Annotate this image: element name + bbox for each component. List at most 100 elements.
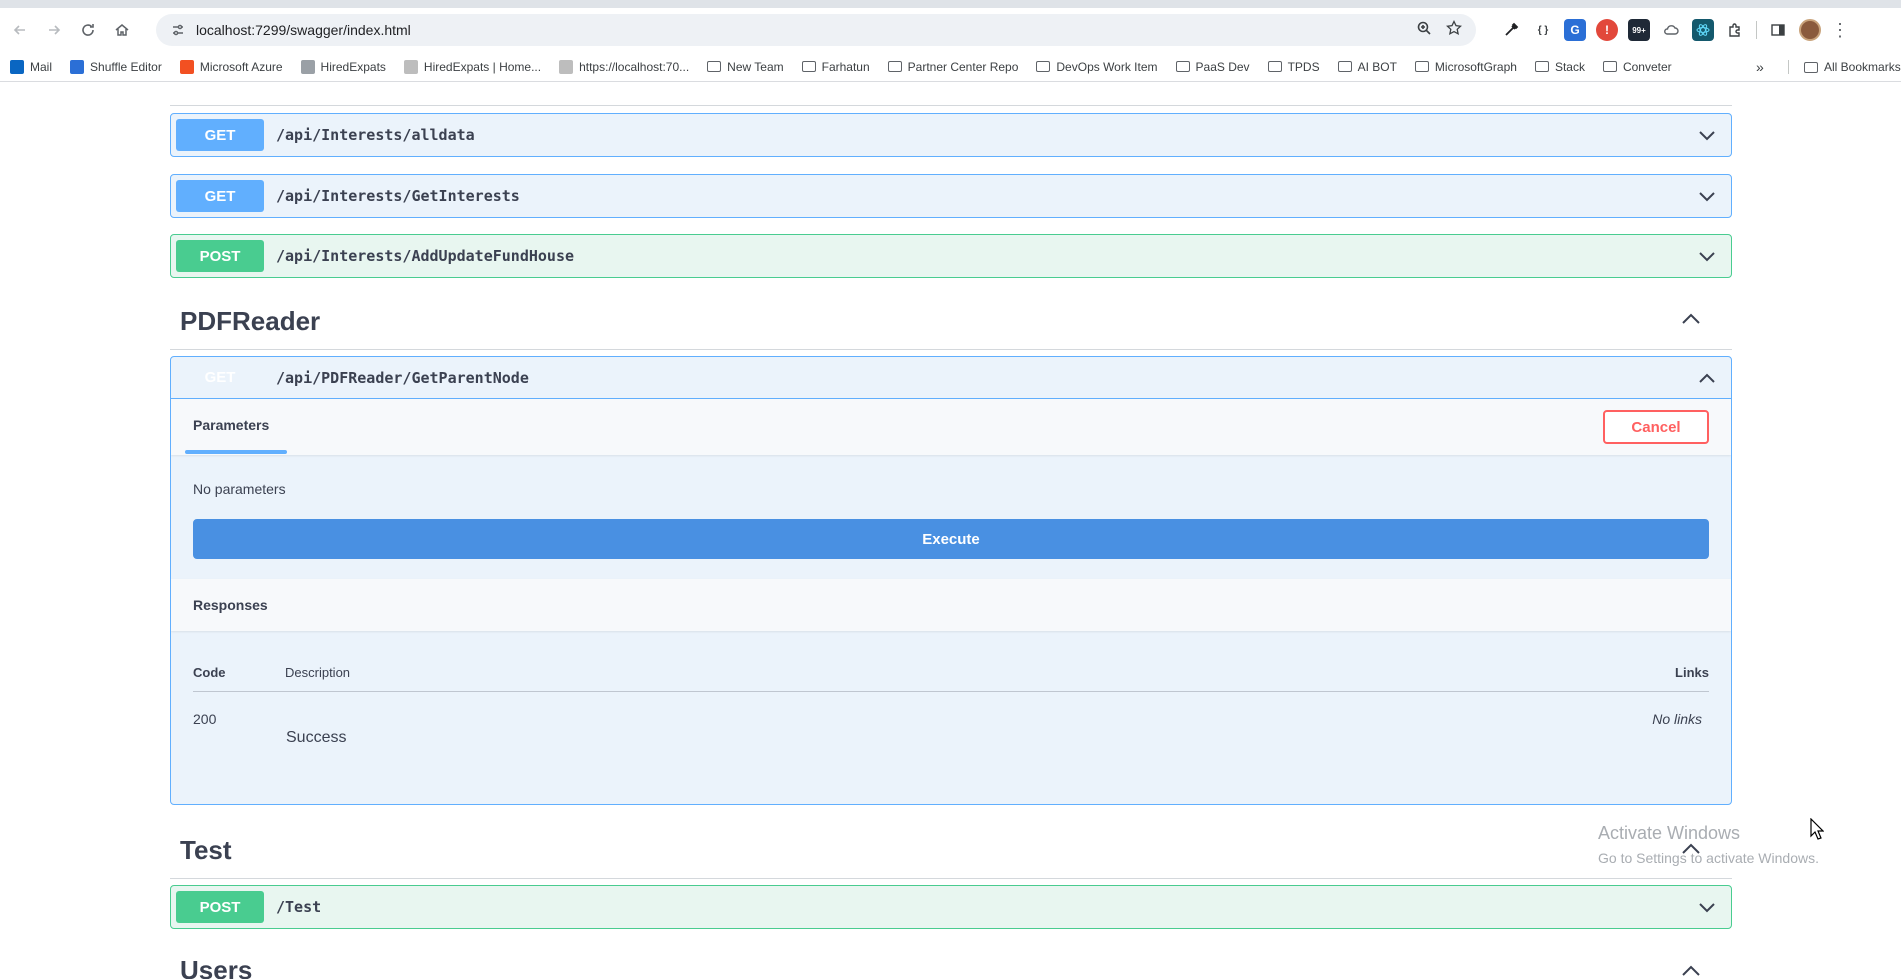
bookmarks-divider: [1788, 60, 1789, 74]
cancel-button[interactable]: Cancel: [1603, 410, 1709, 444]
bookmark-item[interactable]: https://localhost:70...: [559, 59, 689, 74]
home-button[interactable]: [108, 16, 136, 44]
execute-button[interactable]: Execute: [193, 519, 1709, 559]
back-button[interactable]: [6, 16, 34, 44]
endpoint-path: /api/PDFReader/GetParentNode: [276, 368, 529, 387]
no-parameters-text: No parameters: [193, 481, 286, 497]
zoom-icon[interactable]: [1416, 20, 1432, 41]
windows-activation-watermark: Activate Windows Go to Settings to activ…: [1598, 823, 1819, 866]
bookmark-star-icon[interactable]: [1446, 19, 1462, 41]
more-bookmarks-button[interactable]: »: [1756, 52, 1764, 81]
endpoint-path: /api/Interests/AddUpdateFundHouse: [276, 247, 575, 265]
section-title-pdfreader[interactable]: PDFReader: [180, 306, 320, 337]
column-header-description: Description: [285, 665, 351, 680]
reload-button[interactable]: [74, 16, 102, 44]
folder-icon: [887, 61, 902, 72]
bookmark-item[interactable]: Shuffle Editor: [70, 59, 162, 74]
page-icon: [403, 59, 418, 74]
address-bar[interactable]: localhost:7299/swagger/index.html: [156, 14, 1476, 46]
chevron-down-icon[interactable]: [1697, 125, 1717, 145]
chevron-down-icon[interactable]: [1697, 897, 1717, 917]
responses-header: Responses: [171, 579, 1731, 631]
parameters-header: Parameters Cancel: [171, 399, 1731, 455]
microsoft-icon: [179, 59, 194, 74]
folder-icon: [1267, 61, 1282, 72]
eyedropper-icon[interactable]: [1500, 19, 1522, 41]
folder-icon: [707, 61, 722, 72]
response-code: 200: [193, 711, 217, 727]
extensions-bar: { } G ! 99+ ⋮: [1500, 14, 1849, 46]
outlook-icon: [10, 59, 24, 74]
opblock-post-addupdatefundhouse[interactable]: POST /api/Interests/AddUpdateFundHouse: [170, 234, 1732, 278]
bookmark-item[interactable]: New Team: [707, 60, 784, 74]
bookmark-item[interactable]: MicrosoftGraph: [1414, 60, 1517, 74]
watermark-title: Activate Windows: [1598, 823, 1741, 843]
cloud-icon[interactable]: [1660, 19, 1682, 41]
bookmark-item[interactable]: HiredExpats: [300, 59, 386, 74]
responses-title: Responses: [193, 597, 268, 613]
bookmark-item[interactable]: HiredExpats | Home...: [403, 59, 542, 74]
reload-icon: [82, 24, 94, 36]
opblock-get-alldata[interactable]: GET /api/Interests/alldata: [170, 113, 1732, 157]
extensions-puzzle-icon[interactable]: [1724, 19, 1746, 41]
column-header-code: Code: [193, 665, 226, 680]
bookmark-item[interactable]: Stack: [1534, 59, 1585, 74]
bookmark-item[interactable]: Farhatun: [801, 60, 870, 74]
bookmark-item[interactable]: TPDS: [1267, 59, 1320, 74]
bookmark-item[interactable]: Mail: [10, 59, 53, 74]
url-text[interactable]: localhost:7299/swagger/index.html: [196, 22, 411, 38]
opblock-post-test[interactable]: POST /Test: [170, 885, 1732, 929]
bookmark-label: HiredExpats: [320, 59, 386, 74]
bookmark-item[interactable]: AI BOT: [1337, 59, 1397, 74]
endpoint-path: /api/Interests/GetInterests: [276, 187, 520, 205]
opblock-get-getinterests[interactable]: GET /api/Interests/GetInterests: [170, 174, 1732, 218]
opblock-summary[interactable]: GET /api/PDFReader/GetParentNode: [171, 357, 1731, 399]
forward-button[interactable]: [40, 16, 68, 44]
react-devtools-icon[interactable]: [1692, 19, 1714, 41]
folder-icon: [1036, 61, 1051, 72]
chevron-up-icon[interactable]: [1680, 960, 1702, 979]
chevron-up-icon[interactable]: [1697, 368, 1717, 388]
section-title-users[interactable]: Users: [180, 955, 252, 979]
browser-menu-icon[interactable]: ⋮: [1831, 20, 1849, 41]
tab-underline: [185, 450, 287, 454]
json-viewer-icon[interactable]: { }: [1532, 19, 1554, 41]
folder-icon: [1337, 61, 1352, 72]
bookmark-label: Stack: [1554, 59, 1585, 74]
folder-icon: [1534, 61, 1549, 72]
bookmark-item[interactable]: Conveter: [1602, 59, 1672, 74]
bookmark-item[interactable]: Partner Center Repo: [887, 59, 1019, 74]
all-bookmarks-button[interactable]: All Bookmarks: [1804, 52, 1901, 81]
bookmark-label: AI BOT: [1357, 59, 1397, 74]
method-badge: GET: [176, 119, 264, 151]
mouse-cursor-icon: [1810, 818, 1824, 840]
bookmark-label: Mail: [30, 59, 53, 74]
bookmark-label: Conveter: [1622, 59, 1672, 74]
folder-icon: [801, 61, 816, 72]
section-divider: [170, 349, 1732, 350]
bookmark-label: TPDS: [1287, 59, 1320, 74]
chevron-up-icon[interactable]: [1680, 308, 1702, 330]
notification-badge-icon[interactable]: 99+: [1628, 19, 1650, 41]
profile-avatar[interactable]: [1799, 19, 1821, 41]
bookmark-item[interactable]: PaaS Dev: [1175, 59, 1250, 74]
response-links: No links: [1652, 711, 1702, 727]
section-title-test[interactable]: Test: [180, 835, 232, 866]
method-badge: GET: [204, 369, 236, 386]
translate-icon[interactable]: G: [1564, 19, 1586, 41]
bookmark-label: Partner Center Repo: [907, 59, 1019, 74]
table-divider: [193, 691, 1709, 692]
ublock-icon[interactable]: !: [1596, 19, 1618, 41]
site-info-icon[interactable]: [170, 22, 186, 38]
chevron-down-icon[interactable]: [1697, 246, 1717, 266]
home-icon: [115, 24, 129, 36]
bookmark-label: HiredExpats | Home...: [423, 59, 542, 74]
bookmark-item[interactable]: DevOps Work Item: [1036, 60, 1158, 74]
bookmark-label: PaaS Dev: [1195, 59, 1250, 74]
bookmark-item[interactable]: Microsoft Azure: [179, 59, 283, 74]
chevron-down-icon[interactable]: [1697, 186, 1717, 206]
side-panel-icon[interactable]: [1767, 19, 1789, 41]
endpoint-path: /Test: [276, 898, 322, 916]
bookmark-label: Shuffle Editor: [90, 59, 162, 74]
tab-parameters[interactable]: Parameters: [193, 417, 269, 433]
